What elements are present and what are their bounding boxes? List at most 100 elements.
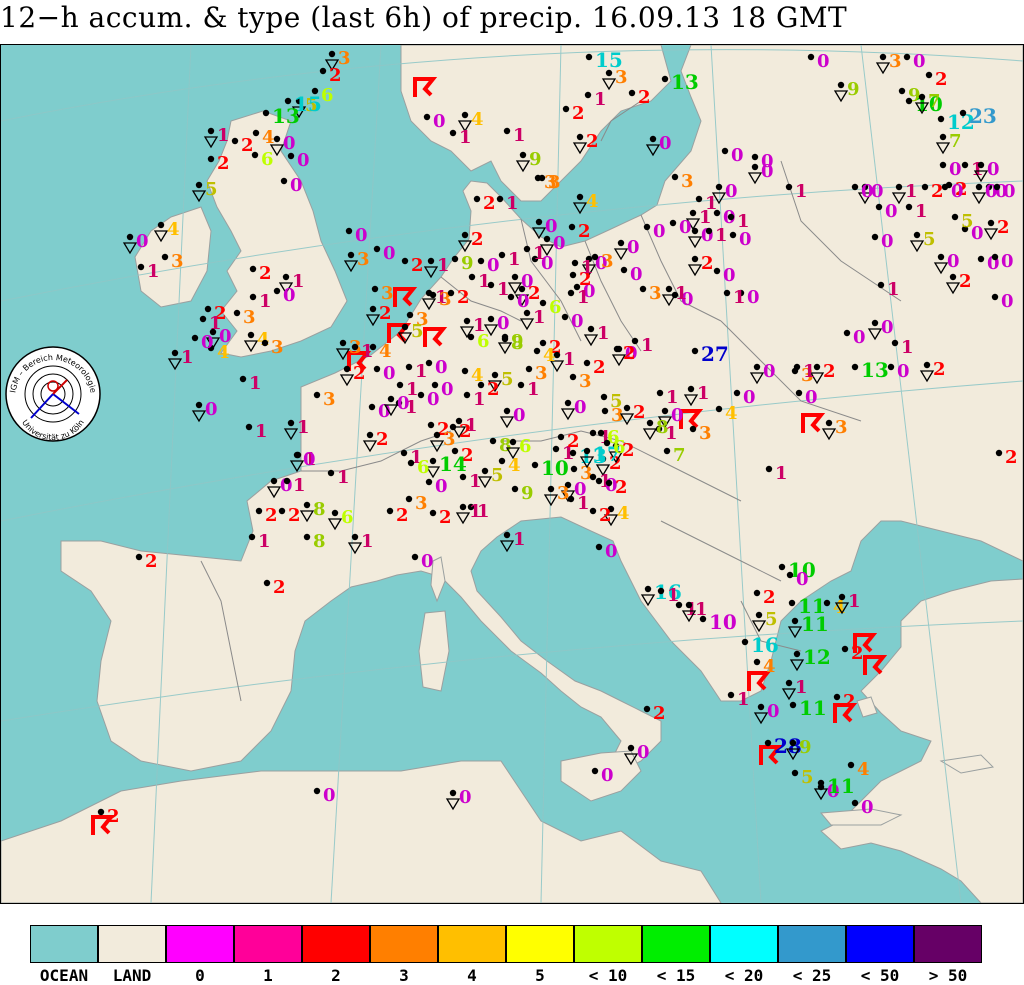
station-value: 1 bbox=[795, 677, 808, 698]
station-dot bbox=[995, 449, 1003, 457]
station-value: 0 bbox=[355, 225, 368, 246]
station-dot bbox=[570, 465, 578, 473]
station-value: 14 bbox=[439, 452, 467, 476]
station-value: 6 bbox=[261, 149, 274, 170]
station-value: 0 bbox=[853, 327, 866, 348]
station-dot bbox=[427, 421, 435, 429]
legend-swatch-11 bbox=[778, 925, 846, 963]
station-dot bbox=[597, 429, 605, 437]
station-dot bbox=[903, 53, 911, 61]
station-value: 2 bbox=[273, 577, 286, 598]
station-value: 6 bbox=[417, 457, 430, 478]
station-value: 0 bbox=[747, 287, 760, 308]
station-dot bbox=[605, 69, 613, 77]
station-dot bbox=[191, 334, 199, 342]
station-dot bbox=[671, 173, 679, 181]
station-value: 1 bbox=[594, 89, 607, 110]
station-dot bbox=[569, 271, 577, 279]
station-dot bbox=[898, 87, 906, 95]
station-dot bbox=[195, 401, 203, 409]
station-dot bbox=[501, 333, 509, 341]
station-value: 6 bbox=[519, 436, 532, 457]
station-dot bbox=[273, 135, 281, 143]
station-dot bbox=[727, 213, 735, 221]
station-dot bbox=[477, 257, 485, 265]
station-dot bbox=[949, 273, 957, 281]
station-value: 1 bbox=[361, 531, 374, 552]
station-dot bbox=[941, 183, 949, 191]
station-value: 1 bbox=[563, 349, 576, 370]
station-value: 2 bbox=[843, 691, 856, 712]
station-value: 3 bbox=[601, 251, 614, 272]
station-dot bbox=[157, 221, 165, 229]
station-dot bbox=[793, 363, 801, 371]
station-value: 1 bbox=[469, 471, 482, 492]
station-value: 0 bbox=[725, 181, 738, 202]
station-value: 0 bbox=[435, 357, 448, 378]
station-dot bbox=[695, 195, 703, 203]
station-dot bbox=[207, 155, 215, 163]
station-dot bbox=[785, 183, 793, 191]
station-value: 0 bbox=[574, 397, 587, 418]
station-dot bbox=[401, 323, 409, 331]
station-value: 6 bbox=[321, 85, 334, 106]
station-dot bbox=[713, 267, 721, 275]
station-value: 1 bbox=[337, 467, 350, 488]
station-dot bbox=[411, 553, 419, 561]
station-value: 0 bbox=[459, 787, 472, 808]
legend-swatch-0 bbox=[30, 925, 98, 963]
station-value: 1 bbox=[795, 181, 808, 202]
legend-label-6: 4 bbox=[467, 966, 477, 985]
station-dot bbox=[715, 183, 723, 191]
station-dot bbox=[427, 257, 435, 265]
station-dot bbox=[627, 744, 635, 752]
station-value: 2 bbox=[379, 303, 392, 324]
station-dot bbox=[977, 255, 985, 263]
station-value: 2 bbox=[471, 229, 484, 250]
station-dot bbox=[543, 235, 551, 243]
legend-swatch-5 bbox=[370, 925, 438, 963]
station-value: 0 bbox=[897, 361, 910, 382]
station-value: 2 bbox=[459, 421, 472, 442]
station-dot bbox=[562, 105, 570, 113]
station-value: 2 bbox=[353, 363, 366, 384]
station-dot bbox=[589, 507, 597, 515]
station-dot bbox=[843, 329, 851, 337]
station-value: 3 bbox=[271, 337, 284, 358]
station-value: 2 bbox=[483, 193, 496, 214]
station-dot bbox=[387, 395, 395, 403]
station-value: 5 bbox=[765, 609, 778, 630]
station-value: 2 bbox=[329, 65, 342, 86]
station-value: 2 bbox=[701, 253, 714, 274]
station-value: 9 bbox=[799, 737, 812, 758]
station-dot bbox=[247, 331, 255, 339]
station-value: 1 bbox=[775, 463, 788, 484]
station-dot bbox=[459, 473, 467, 481]
station-dot bbox=[539, 299, 547, 307]
station-value: 0 bbox=[297, 150, 310, 171]
station-dot bbox=[837, 81, 845, 89]
station-dot bbox=[351, 343, 359, 351]
legend-swatch-10 bbox=[710, 925, 778, 963]
station-dot bbox=[961, 161, 969, 169]
station-dot bbox=[576, 133, 584, 141]
station-dot bbox=[557, 433, 565, 441]
station-dot bbox=[561, 313, 569, 321]
station-dot bbox=[715, 405, 723, 413]
station-dot bbox=[661, 407, 669, 415]
station-value: 1 bbox=[473, 389, 486, 410]
station-value: 5 bbox=[205, 179, 218, 200]
station-dot bbox=[207, 127, 215, 135]
station-dot bbox=[503, 531, 511, 539]
station-dot bbox=[591, 767, 599, 775]
map-title: 12−h accum. & type (last 6h) of precip. … bbox=[0, 1, 848, 34]
station-dot bbox=[951, 213, 959, 221]
station-dot bbox=[531, 461, 539, 469]
station-dot bbox=[313, 391, 321, 399]
station-dot bbox=[643, 705, 651, 713]
station-dot bbox=[433, 431, 441, 439]
station-value: 1 bbox=[641, 335, 654, 356]
station-dot bbox=[489, 437, 497, 445]
station-dot bbox=[905, 97, 913, 105]
station-value: 0 bbox=[427, 389, 440, 410]
